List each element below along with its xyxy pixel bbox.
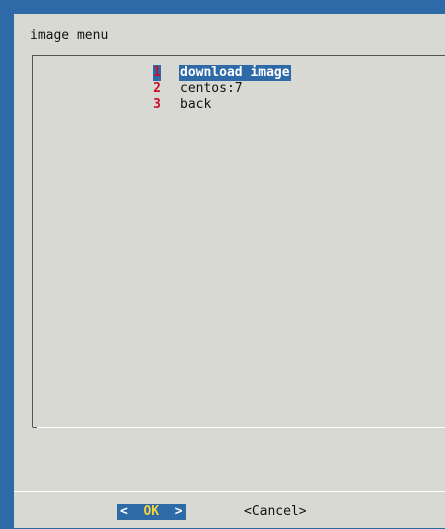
menu-item-hotkey: 2 — [153, 81, 161, 96]
ok-button[interactable]: < OK > — [117, 504, 186, 520]
ok-button-label: OK — [143, 504, 160, 519]
cancel-button[interactable]: <Cancel> — [244, 504, 307, 520]
menu-item-label: centos:7 — [180, 81, 243, 96]
menu-list: 1 download image 2 centos:7 3 back — [153, 65, 291, 113]
menu-item-centos-7[interactable]: 2 centos:7 — [153, 81, 291, 97]
menu-list-frame: 1 download image 2 centos:7 3 back — [32, 55, 445, 428]
menu-item-label: back — [180, 97, 212, 112]
menu-item-download-image[interactable]: 1 download image — [153, 65, 291, 81]
menu-item-back[interactable]: 3 back — [153, 97, 291, 113]
menu-item-hotkey: 3 — [153, 97, 161, 112]
button-bar: < OK > <Cancel> — [14, 491, 445, 529]
image-menu-dialog: image menu 1 download image 2 centos:7 3… — [14, 14, 445, 528]
ok-button-left-bracket: < — [120, 504, 128, 519]
dialog-title: image menu — [30, 28, 109, 43]
menu-item-label: download image — [179, 65, 291, 81]
ok-button-right-bracket: > — [174, 504, 183, 519]
menu-item-hotkey: 1 — [153, 65, 161, 81]
